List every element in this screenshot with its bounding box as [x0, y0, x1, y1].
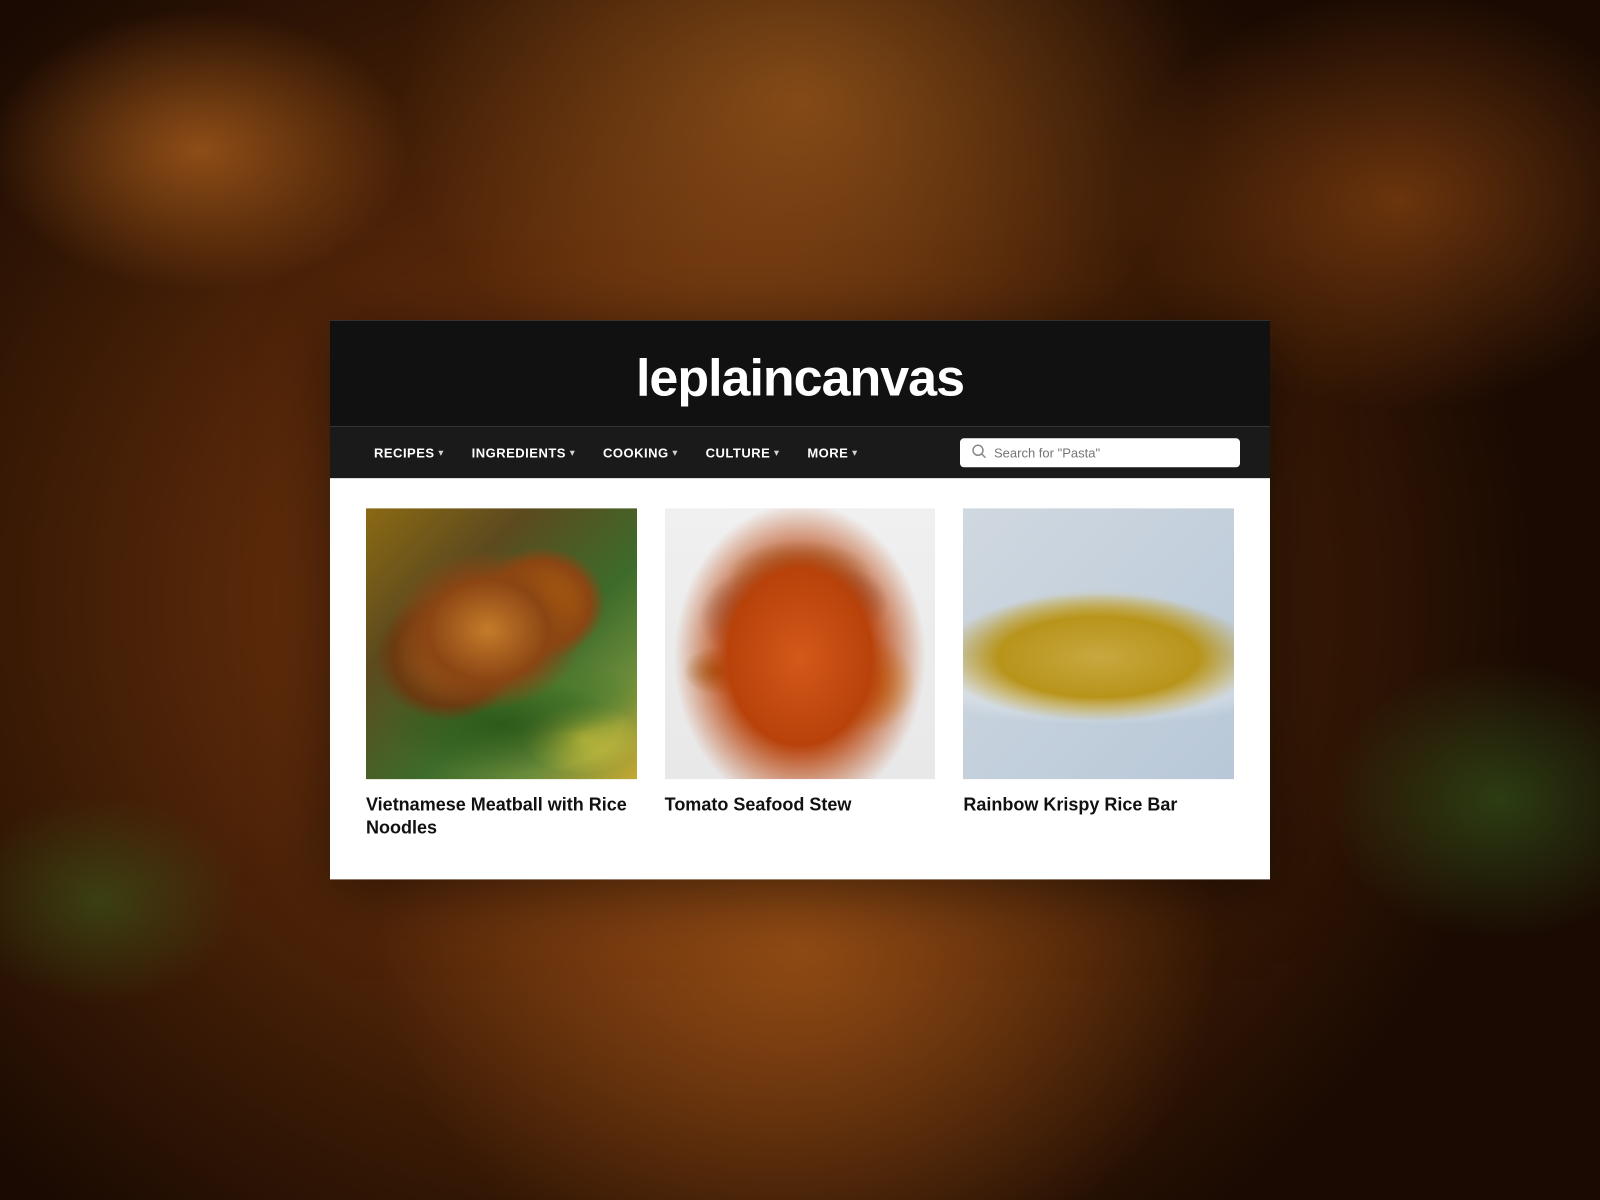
nav-label-culture: CULTURE	[706, 445, 771, 460]
nav-item-recipes[interactable]: RECIPES ▾	[360, 426, 458, 478]
recipe-grid: Vietnamese Meatball with Rice Noodles To…	[366, 508, 1234, 839]
search-input[interactable]	[994, 445, 1228, 460]
recipe-image-2	[665, 508, 936, 779]
recipe-card-1[interactable]: Vietnamese Meatball with Rice Noodles	[366, 508, 637, 839]
nav-label-cooking: COOKING	[603, 445, 669, 460]
content-area: Vietnamese Meatball with Rice Noodles To…	[330, 478, 1270, 879]
chevron-down-icon: ▾	[570, 447, 575, 458]
navigation-bar: RECIPES ▾ INGREDIENTS ▾ COOKING ▾ CULTUR…	[330, 426, 1270, 478]
nav-item-cooking[interactable]: COOKING ▾	[589, 426, 692, 478]
recipe-image-3	[963, 508, 1234, 779]
recipe-title-2: Tomato Seafood Stew	[665, 793, 936, 816]
recipe-title-1: Vietnamese Meatball with Rice Noodles	[366, 793, 637, 840]
search-box	[960, 438, 1240, 467]
main-content-panel: leplaincanvas RECIPES ▾ INGREDIENTS ▾ CO…	[330, 320, 1270, 879]
search-icon	[972, 444, 986, 461]
chevron-down-icon: ▾	[774, 447, 779, 458]
chevron-down-icon: ▾	[852, 447, 857, 458]
nav-label-more: MORE	[807, 445, 848, 460]
recipe-card-3[interactable]: Rainbow Krispy Rice Bar	[963, 508, 1234, 839]
recipe-image-container-3	[963, 508, 1234, 779]
chevron-down-icon: ▾	[439, 447, 444, 458]
nav-items: RECIPES ▾ INGREDIENTS ▾ COOKING ▾ CULTUR…	[360, 426, 960, 478]
recipe-card-2[interactable]: Tomato Seafood Stew	[665, 508, 936, 839]
recipe-image-container-1	[366, 508, 637, 779]
recipe-image-1	[366, 508, 637, 779]
nav-item-culture[interactable]: CULTURE ▾	[692, 426, 794, 478]
recipe-image-container-2	[665, 508, 936, 779]
nav-item-ingredients[interactable]: INGREDIENTS ▾	[458, 426, 589, 478]
site-header: leplaincanvas	[330, 320, 1270, 426]
recipe-title-3: Rainbow Krispy Rice Bar	[963, 793, 1234, 816]
site-title: leplaincanvas	[350, 348, 1250, 408]
nav-item-more[interactable]: MORE ▾	[793, 426, 871, 478]
nav-label-recipes: RECIPES	[374, 445, 435, 460]
chevron-down-icon: ▾	[673, 447, 678, 458]
nav-label-ingredients: INGREDIENTS	[472, 445, 566, 460]
